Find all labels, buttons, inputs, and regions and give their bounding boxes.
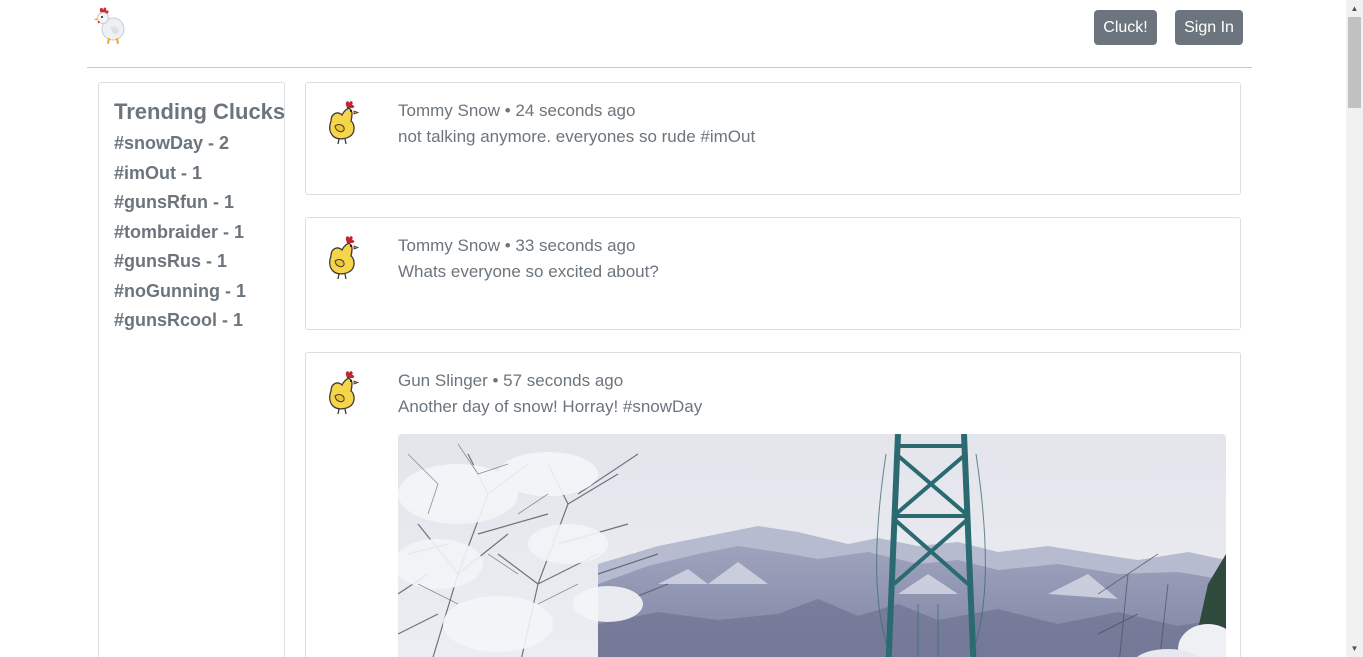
chicken-avatar-icon [329,371,360,415]
post-text: Whats everyone so excited about? [398,262,659,281]
trend-list: #snowDay - 2 #imOut - 1 #gunsRfun - 1 #t… [114,130,246,337]
post-text: Another day of snow! Horray! #snowDay [398,397,703,416]
trending-sidebar: Trending Clucks #snowDay - 2 #imOut - 1 … [98,82,285,657]
post-image [398,434,1226,657]
post-meta: Gun Slinger • 57 seconds ago [398,371,624,390]
trend-item[interactable]: #snowDay - 2 [114,130,246,160]
cluck-post: Gun Slinger • 57 seconds ago Another day… [305,352,1241,657]
post-meta: Tommy Snow • 33 seconds ago [398,236,636,255]
snowy-bridge-photo [398,434,1226,657]
trend-item[interactable]: #gunsRus - 1 [114,248,246,278]
sign-in-button[interactable]: Sign In [1175,10,1243,45]
post-text: not talking anymore. everyones so rude #… [398,127,756,146]
scrollbar-thumb[interactable] [1348,17,1361,108]
cluck-button[interactable]: Cluck! [1094,10,1157,45]
page-scrollbar[interactable]: ▲ ▼ [1346,0,1363,657]
chicken-logo-icon[interactable] [91,5,127,45]
cluck-post: Tommy Snow • 24 seconds ago not talking … [305,82,1241,195]
trend-item[interactable]: #tombraider - 1 [114,219,246,249]
cluck-post: Tommy Snow • 33 seconds ago Whats everyo… [305,217,1241,330]
trend-item[interactable]: #gunsRcool - 1 [114,307,246,337]
trend-item[interactable]: #noGunning - 1 [114,278,246,308]
page: Cluck! Sign In Trending Clucks #snowDay … [0,0,1363,657]
chicken-avatar-icon [329,236,360,280]
navbar: Cluck! Sign In [87,0,1252,68]
trend-item[interactable]: #imOut - 1 [114,160,246,190]
trend-item[interactable]: #gunsRfun - 1 [114,189,246,219]
post-meta: Tommy Snow • 24 seconds ago [398,101,636,120]
scroll-up-arrow-icon[interactable]: ▲ [1346,0,1363,17]
sidebar-title: Trending Clucks [114,99,286,124]
chicken-avatar-icon [329,101,360,145]
scroll-down-arrow-icon[interactable]: ▼ [1346,640,1363,657]
